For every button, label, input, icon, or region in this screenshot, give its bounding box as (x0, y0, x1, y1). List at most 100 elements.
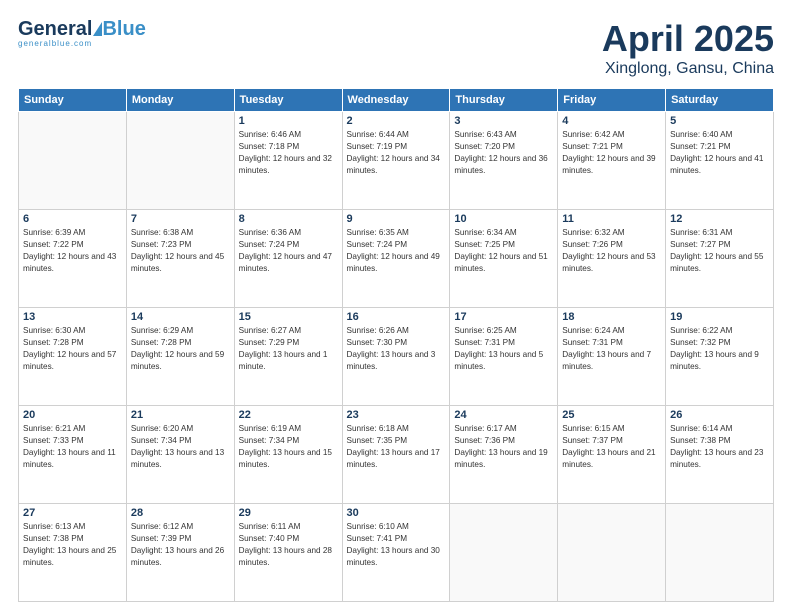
table-row: 23Sunrise: 6:18 AM Sunset: 7:35 PM Dayli… (342, 406, 450, 504)
day-number: 26 (670, 409, 769, 421)
table-row: 2 Sunrise: 6:44 AM Sunset: 7:19 PM Daylig… (342, 112, 450, 210)
table-row: 14Sunrise: 6:29 AM Sunset: 7:28 PM Dayli… (126, 308, 234, 406)
day-number: 25 (562, 409, 661, 421)
day-number: 28 (131, 507, 230, 519)
day-number: 17 (454, 311, 553, 323)
logo-top: General Blue (18, 18, 146, 41)
table-row: 29 Sunrise: 6:11 AM Sunset: 7:40 PM Dayli… (234, 504, 342, 602)
day-info: Sunrise: 6:46 AM Sunset: 7:18 PM Dayligh… (239, 129, 338, 177)
day-number: 24 (454, 409, 553, 421)
day-info: Sunrise: 6:38 AM Sunset: 7:23 PM Dayligh… (131, 227, 230, 275)
day-info: Sunrise: 6:30 AM Sunset: 7:28 PM Dayligh… (23, 325, 122, 373)
logo-name: General Blue generalblue.com (18, 18, 146, 48)
day-info: Sunrise: 6:35 AM Sunset: 7:24 PM Dayligh… (347, 227, 446, 275)
day-number: 19 (670, 311, 769, 323)
day-info: Sunrise: 6:32 AM Sunset: 7:26 PM Dayligh… (562, 227, 661, 275)
table-row: 22 Sunrise: 6:19 AM Sunset: 7:34 PM Dayli… (234, 406, 342, 504)
table-row: 20Sunrise: 6:21 AM Sunset: 7:33 PM Dayli… (19, 406, 127, 504)
day-number: 30 (347, 507, 446, 519)
day-info: Sunrise: 6:20 AM Sunset: 7:34 PM Dayligh… (131, 423, 230, 471)
calendar-title: April 2025 (602, 18, 774, 60)
calendar-table: Sunday Monday Tuesday Wednesday Thursday… (18, 88, 774, 602)
header: General Blue generalblue.com April 2025 … (18, 18, 774, 78)
day-number: 16 (347, 311, 446, 323)
day-info: Sunrise: 6:34 AM Sunset: 7:25 PM Dayligh… (454, 227, 553, 275)
table-row: 30Sunrise: 6:10 AM Sunset: 7:41 PM Dayli… (342, 504, 450, 602)
table-row (126, 112, 234, 210)
day-number: 12 (670, 213, 769, 225)
table-row: 9 Sunrise: 6:35 AM Sunset: 7:24 PM Daylig… (342, 210, 450, 308)
table-row: 16 Sunrise: 6:26 AM Sunset: 7:30 PM Dayli… (342, 308, 450, 406)
table-row: 13 Sunrise: 6:30 AM Sunset: 7:28 PM Dayli… (19, 308, 127, 406)
col-thursday: Thursday (450, 89, 558, 112)
day-number: 20 (23, 409, 122, 421)
day-info: Sunrise: 6:25 AM Sunset: 7:31 PM Dayligh… (454, 325, 553, 373)
logo-blue-text: Blue (102, 18, 145, 41)
day-info: Sunrise: 6:43 AM Sunset: 7:20 PM Dayligh… (454, 129, 553, 177)
table-row: 15Sunrise: 6:27 AM Sunset: 7:29 PM Dayli… (234, 308, 342, 406)
day-info: Sunrise: 6:13 AM Sunset: 7:38 PM Dayligh… (23, 521, 122, 569)
table-row: 1 Sunrise: 6:46 AM Sunset: 7:18 PM Daylig… (234, 112, 342, 210)
table-row (450, 504, 558, 602)
calendar-week-row: 13 Sunrise: 6:30 AM Sunset: 7:28 PM Dayli… (19, 308, 774, 406)
table-row: 11 Sunrise: 6:32 AM Sunset: 7:26 PM Dayli… (558, 210, 666, 308)
day-info: Sunrise: 6:19 AM Sunset: 7:34 PM Dayligh… (239, 423, 338, 471)
day-number: 4 (562, 115, 661, 127)
table-row (666, 504, 774, 602)
col-wednesday: Wednesday (342, 89, 450, 112)
day-number: 13 (23, 311, 122, 323)
day-number: 9 (347, 213, 446, 225)
table-row: 7 Sunrise: 6:38 AM Sunset: 7:23 PM Daylig… (126, 210, 234, 308)
day-info: Sunrise: 6:22 AM Sunset: 7:32 PM Dayligh… (670, 325, 769, 373)
table-row: 6Sunrise: 6:39 AM Sunset: 7:22 PM Daylig… (19, 210, 127, 308)
day-number: 27 (23, 507, 122, 519)
day-number: 14 (131, 311, 230, 323)
table-row (558, 504, 666, 602)
table-row: 19 Sunrise: 6:22 AM Sunset: 7:32 PM Dayli… (666, 308, 774, 406)
col-monday: Monday (126, 89, 234, 112)
day-number: 2 (347, 115, 446, 127)
day-number: 1 (239, 115, 338, 127)
day-info: Sunrise: 6:15 AM Sunset: 7:37 PM Dayligh… (562, 423, 661, 471)
table-row: 3 Sunrise: 6:43 AM Sunset: 7:20 PM Daylig… (450, 112, 558, 210)
page: General Blue generalblue.com April 2025 … (0, 0, 792, 612)
calendar-week-row: 27 Sunrise: 6:13 AM Sunset: 7:38 PM Dayli… (19, 504, 774, 602)
day-number: 8 (239, 213, 338, 225)
table-row: 17 Sunrise: 6:25 AM Sunset: 7:31 PM Dayli… (450, 308, 558, 406)
table-row: 28 Sunrise: 6:12 AM Sunset: 7:39 PM Dayli… (126, 504, 234, 602)
day-info: Sunrise: 6:44 AM Sunset: 7:19 PM Dayligh… (347, 129, 446, 177)
day-info: Sunrise: 6:11 AM Sunset: 7:40 PM Dayligh… (239, 521, 338, 569)
day-info: Sunrise: 6:12 AM Sunset: 7:39 PM Dayligh… (131, 521, 230, 569)
day-info: Sunrise: 6:24 AM Sunset: 7:31 PM Dayligh… (562, 325, 661, 373)
day-info: Sunrise: 6:40 AM Sunset: 7:21 PM Dayligh… (670, 129, 769, 177)
day-number: 7 (131, 213, 230, 225)
calendar-week-row: 1 Sunrise: 6:46 AM Sunset: 7:18 PM Daylig… (19, 112, 774, 210)
day-number: 22 (239, 409, 338, 421)
day-number: 18 (562, 311, 661, 323)
table-row (19, 112, 127, 210)
day-number: 10 (454, 213, 553, 225)
col-friday: Friday (558, 89, 666, 112)
logo: General Blue generalblue.com (18, 18, 146, 48)
calendar-header-row: Sunday Monday Tuesday Wednesday Thursday… (19, 89, 774, 112)
table-row: 5Sunrise: 6:40 AM Sunset: 7:21 PM Daylig… (666, 112, 774, 210)
logo-general-text: General (18, 18, 92, 41)
day-info: Sunrise: 6:42 AM Sunset: 7:21 PM Dayligh… (562, 129, 661, 177)
title-block: April 2025 Xinglong, Gansu, China (602, 18, 774, 78)
table-row: 27 Sunrise: 6:13 AM Sunset: 7:38 PM Dayli… (19, 504, 127, 602)
day-info: Sunrise: 6:39 AM Sunset: 7:22 PM Dayligh… (23, 227, 122, 275)
day-info: Sunrise: 6:17 AM Sunset: 7:36 PM Dayligh… (454, 423, 553, 471)
day-number: 11 (562, 213, 661, 225)
table-row: 8Sunrise: 6:36 AM Sunset: 7:24 PM Daylig… (234, 210, 342, 308)
col-tuesday: Tuesday (234, 89, 342, 112)
table-row: 26Sunrise: 6:14 AM Sunset: 7:38 PM Dayli… (666, 406, 774, 504)
logo-triangle-icon (93, 22, 102, 36)
day-number: 3 (454, 115, 553, 127)
calendar-week-row: 6Sunrise: 6:39 AM Sunset: 7:22 PM Daylig… (19, 210, 774, 308)
day-number: 29 (239, 507, 338, 519)
table-row: 10 Sunrise: 6:34 AM Sunset: 7:25 PM Dayli… (450, 210, 558, 308)
day-info: Sunrise: 6:26 AM Sunset: 7:30 PM Dayligh… (347, 325, 446, 373)
table-row: 12Sunrise: 6:31 AM Sunset: 7:27 PM Dayli… (666, 210, 774, 308)
day-number: 15 (239, 311, 338, 323)
logo-sub-text: generalblue.com (18, 39, 146, 48)
